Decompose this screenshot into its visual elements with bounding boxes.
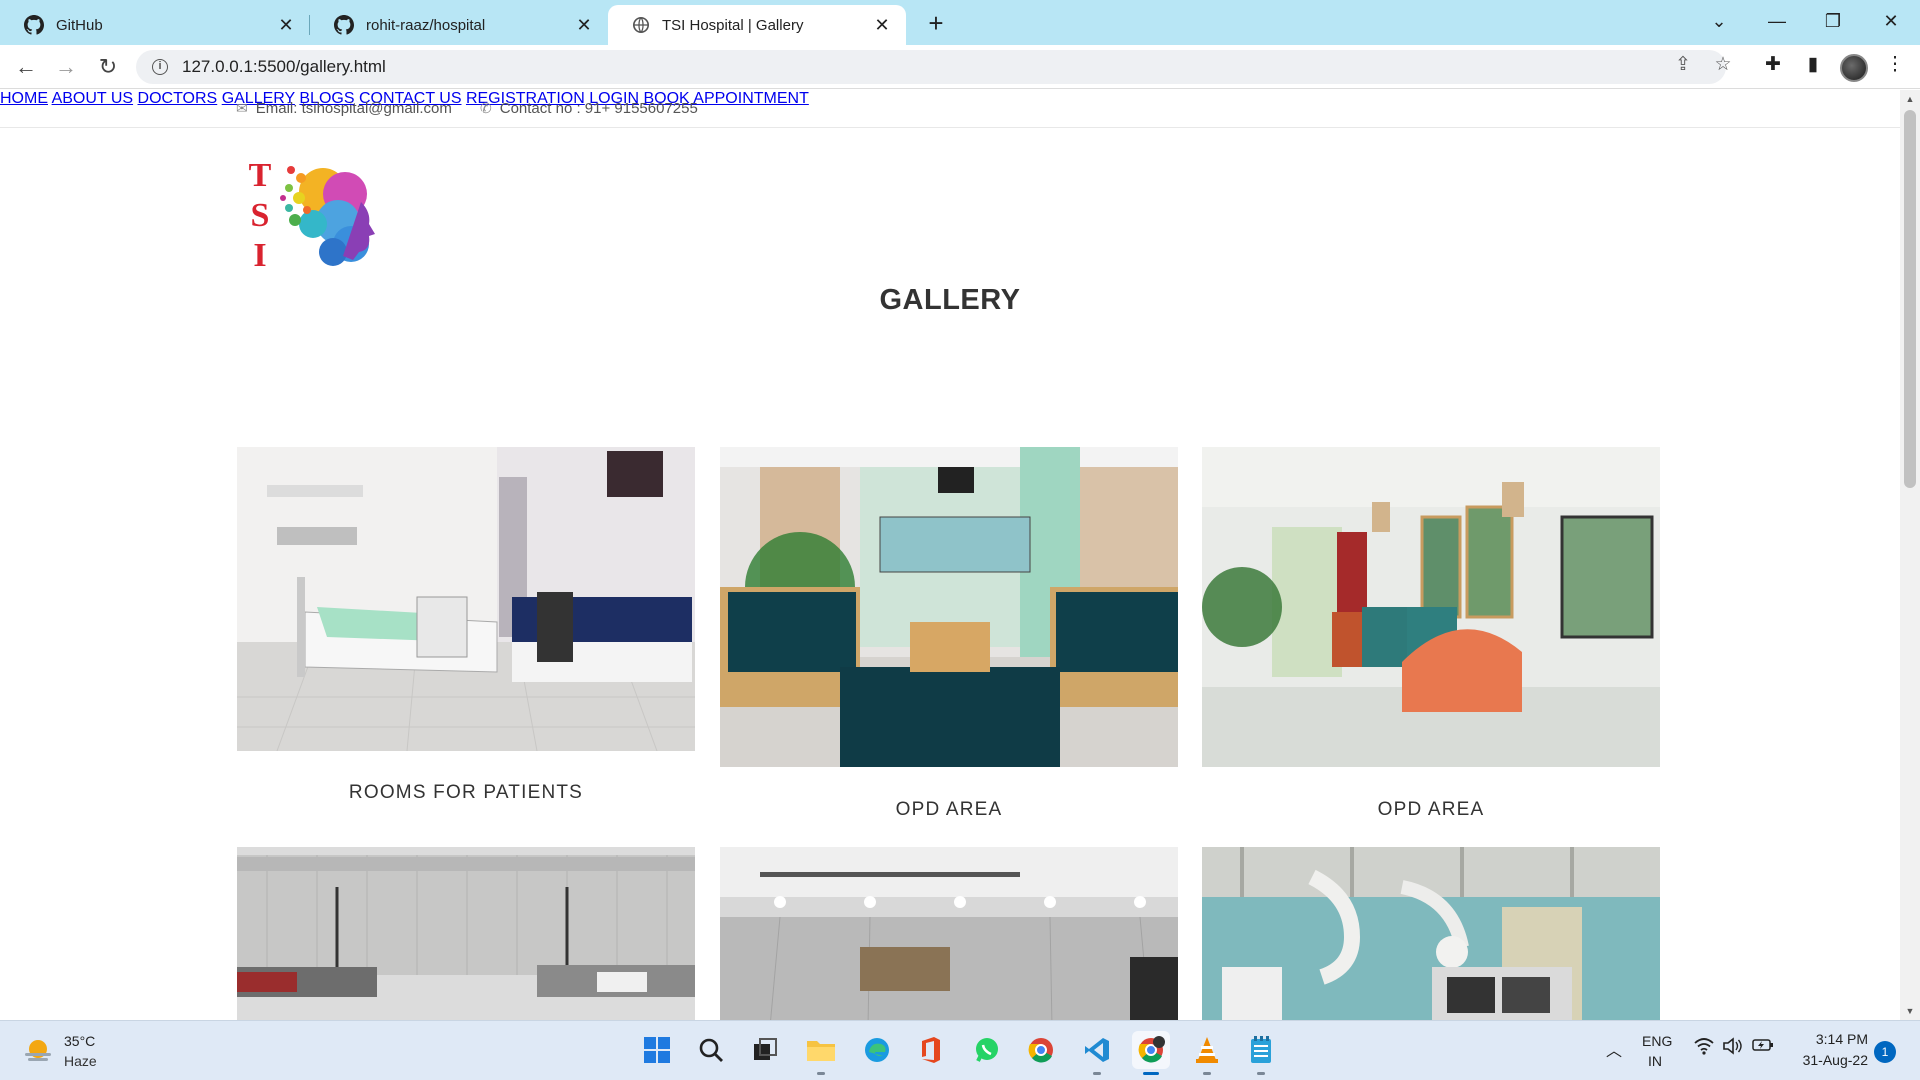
clock-time[interactable]: 3:14 PM — [1792, 1031, 1868, 1047]
reception-lobby-photo[interactable] — [720, 847, 1178, 1020]
notepad-icon[interactable] — [1242, 1031, 1280, 1075]
opd-lounge-photo[interactable] — [1202, 447, 1660, 767]
minimize-button[interactable]: — — [1752, 6, 1802, 36]
envelope-icon: ✉ — [236, 100, 248, 116]
share-icon[interactable]: ⇪ — [1670, 52, 1696, 78]
tab-repo[interactable]: rohit-raaz/hospital ✕ — [310, 5, 608, 45]
logo-letter-t: T — [248, 157, 272, 194]
page-scrollbar[interactable]: ▲ ▼ — [1900, 90, 1920, 1020]
gallery-caption: OPD AREA — [895, 799, 1003, 820]
task-view-icon[interactable] — [746, 1031, 784, 1069]
menu-kebab-icon[interactable]: ⋮ — [1882, 52, 1908, 78]
patient-room-image — [237, 447, 695, 751]
tab-gallery[interactable]: TSI Hospital | Gallery ✕ — [608, 5, 906, 45]
clock-date[interactable]: 31-Aug-22 — [1792, 1052, 1868, 1068]
close-icon[interactable]: ✕ — [276, 15, 296, 35]
gallery-caption: OPD AREA — [1377, 799, 1485, 820]
page-title: GALLERY — [879, 284, 1021, 316]
chrome-profile-icon[interactable] — [1132, 1031, 1170, 1075]
browser-tab-bar: GitHub ✕ rohit-raaz/hospital ✕ TSI Hospi… — [0, 0, 1920, 45]
new-tab-button[interactable]: + — [920, 8, 952, 40]
office-icon[interactable] — [912, 1031, 950, 1069]
haze-weather-icon[interactable] — [22, 1035, 54, 1067]
tab-title: TSI Hospital | Gallery — [662, 16, 804, 34]
reception-lobby-image — [720, 847, 1178, 1020]
restore-button[interactable]: ❐ — [1808, 6, 1858, 36]
notification-badge[interactable]: 1 — [1874, 1041, 1896, 1063]
back-arrow-icon[interactable]: ← — [10, 51, 42, 83]
gallery-caption: ROOMS FOR PATIENTS — [348, 782, 584, 803]
tab-title: GitHub — [56, 16, 103, 34]
chevron-up-icon[interactable]: ︿ — [1606, 1037, 1622, 1061]
logo-letter-s: S — [250, 197, 270, 234]
volume-icon[interactable] — [1722, 1037, 1742, 1058]
weather-description[interactable]: Haze — [64, 1053, 97, 1069]
url-text: 127.0.0.1:5500/gallery.html — [182, 57, 386, 76]
battery-charging-icon[interactable] — [1752, 1038, 1774, 1055]
language-indicator[interactable]: ENG IN — [1642, 1033, 1672, 1069]
globe-icon — [632, 16, 650, 34]
github-icon — [334, 15, 354, 35]
file-explorer-icon[interactable] — [802, 1031, 840, 1075]
language-code: ENG — [1642, 1033, 1673, 1049]
parking-lot-photo[interactable] — [237, 847, 695, 1020]
opd-waiting-area-image — [720, 447, 1178, 767]
close-icon[interactable]: ✕ — [872, 15, 892, 35]
scroll-up-arrow-icon[interactable]: ▲ — [1900, 90, 1920, 108]
contact-text: Contact no : 91+ 9155607255 — [499, 100, 698, 117]
tab-search-chevron-icon[interactable]: ⌄ — [1694, 6, 1744, 36]
operating-theatre-photo[interactable] — [1202, 847, 1660, 1020]
operating-theatre-image — [1202, 847, 1660, 1020]
logo-letters: T S I — [247, 156, 273, 276]
phone-icon: ✆ — [480, 100, 492, 116]
close-window-button[interactable]: ✕ — [1866, 6, 1916, 36]
contact-topbar: ✉ Email: tsihospital@gmail.com ✆ Contact… — [0, 90, 1900, 128]
tab-title: rohit-raaz/hospital — [366, 16, 486, 34]
phone-info: ✆ Contact no : 91+ 9155607255 — [480, 100, 698, 117]
windows-taskbar: 35°C Haze ︿ ENG IN 3:14 PM 31-Aug-22 1 — [0, 1020, 1920, 1080]
site-logo[interactable]: T S I — [243, 152, 383, 282]
tab-github[interactable]: GitHub ✕ — [0, 5, 310, 45]
search-icon[interactable] — [692, 1031, 730, 1069]
email-text: Email: tsihospital@gmail.com — [255, 100, 452, 117]
scroll-down-arrow-icon[interactable]: ▼ — [1900, 1002, 1920, 1020]
logo-letter-i: I — [253, 237, 267, 274]
scrollbar-thumb[interactable] — [1904, 110, 1916, 488]
reload-icon[interactable]: ↻ — [92, 51, 124, 83]
extensions-puzzle-icon[interactable]: ✚ — [1760, 52, 1786, 78]
email-info: ✉ Email: tsihospital@gmail.com — [236, 100, 452, 117]
edge-browser-icon[interactable] — [858, 1031, 896, 1069]
vscode-icon[interactable] — [1078, 1031, 1116, 1075]
patient-room-photo[interactable] — [237, 447, 695, 751]
star-bookmark-icon[interactable]: ☆ — [1710, 52, 1736, 78]
close-icon[interactable]: ✕ — [574, 15, 594, 35]
wifi-icon[interactable] — [1694, 1037, 1714, 1060]
web-page: ✉ Email: tsihospital@gmail.com ✆ Contact… — [0, 90, 1900, 1020]
profile-avatar[interactable] — [1840, 54, 1868, 82]
forward-arrow-icon[interactable]: → — [50, 51, 82, 83]
browser-toolbar: ← → ↻ i 127.0.0.1:5500/gallery.html ⇪ ☆ … — [0, 45, 1920, 89]
site-info-icon[interactable]: i — [152, 59, 168, 75]
chrome-icon[interactable] — [1022, 1031, 1060, 1069]
weather-temperature[interactable]: 35°C — [64, 1033, 95, 1049]
opd-lounge-image — [1202, 447, 1660, 767]
address-bar[interactable]: i 127.0.0.1:5500/gallery.html — [136, 50, 1726, 84]
opd-waiting-area-photo[interactable] — [720, 447, 1178, 767]
start-windows-icon[interactable] — [638, 1031, 676, 1069]
side-panel-icon[interactable]: ▮ — [1800, 52, 1826, 78]
region-code: IN — [1648, 1053, 1662, 1069]
github-icon — [24, 15, 44, 35]
parking-lot-image — [237, 847, 695, 1020]
whatsapp-icon[interactable] — [968, 1031, 1006, 1069]
vlc-icon[interactable] — [1188, 1031, 1226, 1075]
